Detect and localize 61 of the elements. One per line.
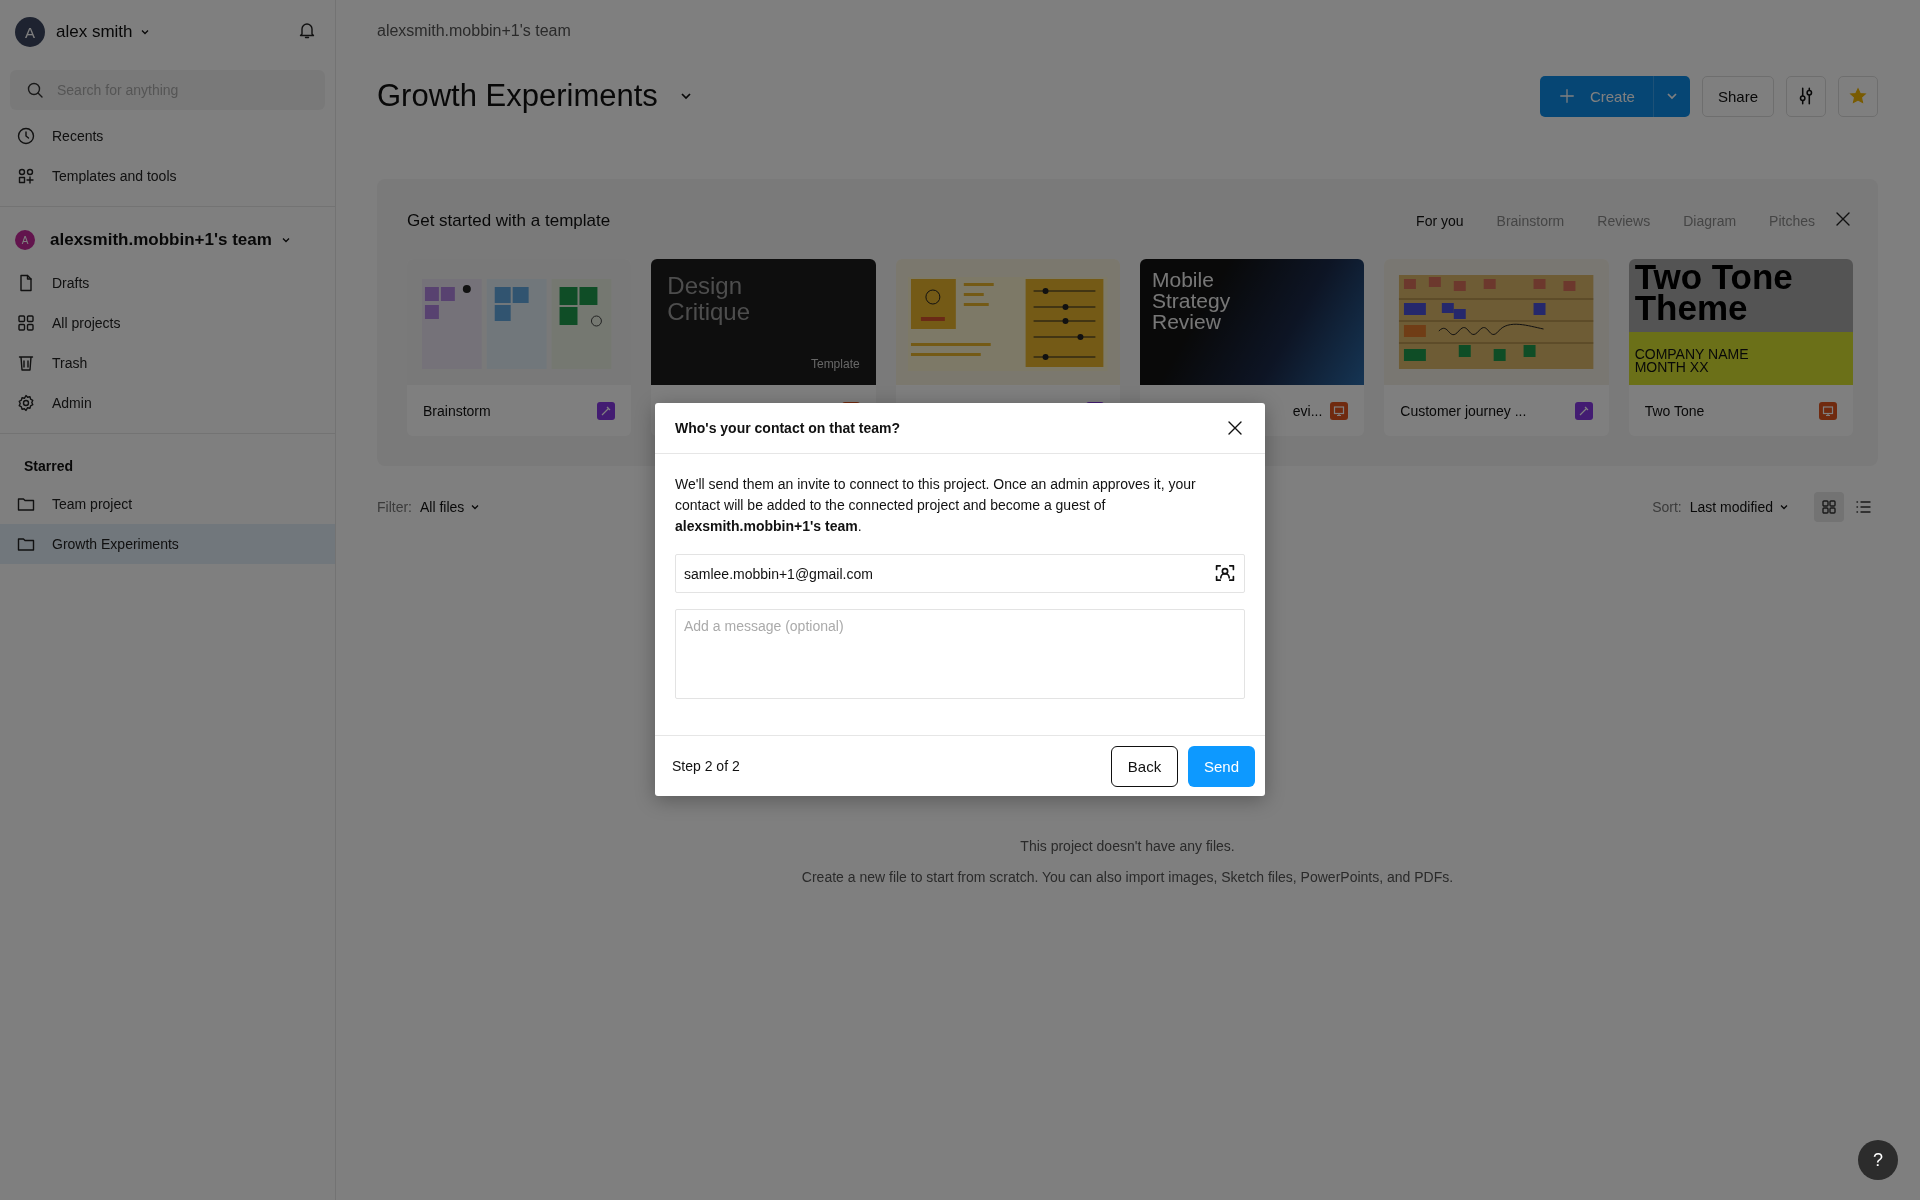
grid-icon bbox=[16, 313, 36, 333]
breadcrumb[interactable]: alexsmith.mobbin+1's team bbox=[377, 22, 1878, 40]
pencil-icon bbox=[1574, 401, 1593, 420]
template-card[interactable]: Two Tone Theme COMPANY NAME MONTH XX Two Tone bbox=[1628, 259, 1853, 436]
sidebar-item[interactable]: Trash bbox=[0, 343, 335, 383]
panel-title: Get started with a template bbox=[407, 211, 611, 231]
back-button[interactable]: Back bbox=[1111, 745, 1178, 787]
slide-title: Two Tone Theme bbox=[1628, 259, 1853, 332]
shapes-icon bbox=[16, 166, 36, 186]
plus-icon bbox=[1557, 87, 1576, 105]
template-card[interactable]: Customer journey ... bbox=[1384, 259, 1609, 436]
slide-caption: MONTH XX bbox=[1634, 361, 1710, 374]
step-indicator: Step 2 of 2 bbox=[672, 758, 740, 774]
template-name: evi... bbox=[1291, 402, 1323, 419]
page-title: Growth Experiments bbox=[377, 78, 658, 114]
user-avatar[interactable]: A bbox=[15, 17, 45, 47]
notification-bell-icon bbox=[297, 20, 317, 40]
sort-dropdown[interactable]: Last modified bbox=[1689, 499, 1790, 515]
sidebar-item[interactable]: Team project bbox=[0, 484, 335, 524]
filter-dropdown[interactable]: All files bbox=[420, 499, 482, 515]
share-button[interactable]: Share bbox=[1701, 75, 1774, 117]
search-icon bbox=[25, 80, 45, 100]
help-button[interactable]: ? bbox=[1858, 1140, 1898, 1180]
empty-title: This project doesn't have any files. bbox=[1020, 838, 1235, 854]
sidebar-item[interactable]: Growth Experiments bbox=[0, 524, 335, 564]
settings-icon bbox=[16, 393, 36, 413]
send-button[interactable]: Send bbox=[1188, 745, 1255, 787]
sidebar-item[interactable]: Admin bbox=[0, 383, 335, 423]
message-field[interactable]: Add a message (optional) bbox=[675, 609, 1245, 699]
section-heading: Starred bbox=[23, 457, 75, 476]
dialog-message: We'll send them an invite to connect to this project. Once an admin approves it, your contact will be added to the connected project and become a guest of alexsmith.mobbin+1's team. bbox=[675, 475, 1197, 536]
pencil-icon bbox=[597, 401, 616, 420]
sidebar-item[interactable]: Recents bbox=[0, 116, 335, 156]
sidebar-item[interactable]: Templates and tools bbox=[0, 156, 335, 196]
star-icon bbox=[1849, 87, 1867, 105]
presentation-icon bbox=[1330, 401, 1349, 420]
team-avatar: A bbox=[15, 230, 35, 250]
template-name: Brainstorm bbox=[423, 402, 492, 419]
grid-icon bbox=[1819, 497, 1839, 517]
presentation-icon bbox=[1819, 401, 1837, 420]
sidebar-item[interactable]: All projects bbox=[0, 303, 335, 343]
grid-view-button[interactable] bbox=[1814, 492, 1844, 522]
team-switcher[interactable]: alexsmith.mobbin+1's team bbox=[50, 230, 292, 250]
email-field[interactable]: samlee.mobbin+1@gmail.com bbox=[675, 554, 1245, 593]
slide-caption: Template bbox=[810, 357, 860, 371]
template-name: Two Tone bbox=[1644, 402, 1706, 419]
slide-caption: COMPANY NAME bbox=[1634, 348, 1750, 361]
filter-label: Filter: bbox=[377, 499, 412, 515]
create-button[interactable]: Create bbox=[1539, 75, 1690, 117]
trash-icon bbox=[16, 353, 36, 373]
category-tab[interactable]: For you bbox=[1416, 213, 1464, 229]
sort-label: Sort: bbox=[1652, 499, 1682, 515]
clock-icon bbox=[16, 126, 36, 146]
account-menu[interactable]: alex smith bbox=[56, 22, 151, 42]
template-card[interactable]: Brainstorm bbox=[407, 259, 632, 436]
sidebar-item[interactable]: Drafts bbox=[0, 263, 335, 303]
slide-title: Mobile Strategy Review bbox=[1152, 269, 1232, 332]
slide-title: Design Critique bbox=[667, 273, 752, 325]
template-name: Customer journey ... bbox=[1400, 402, 1528, 419]
settings-button[interactable] bbox=[1786, 75, 1826, 117]
empty-description: Create a new file to start from scratch. You can also import images, Sketch files, PowerPoints, and PDFs. bbox=[801, 869, 1454, 885]
